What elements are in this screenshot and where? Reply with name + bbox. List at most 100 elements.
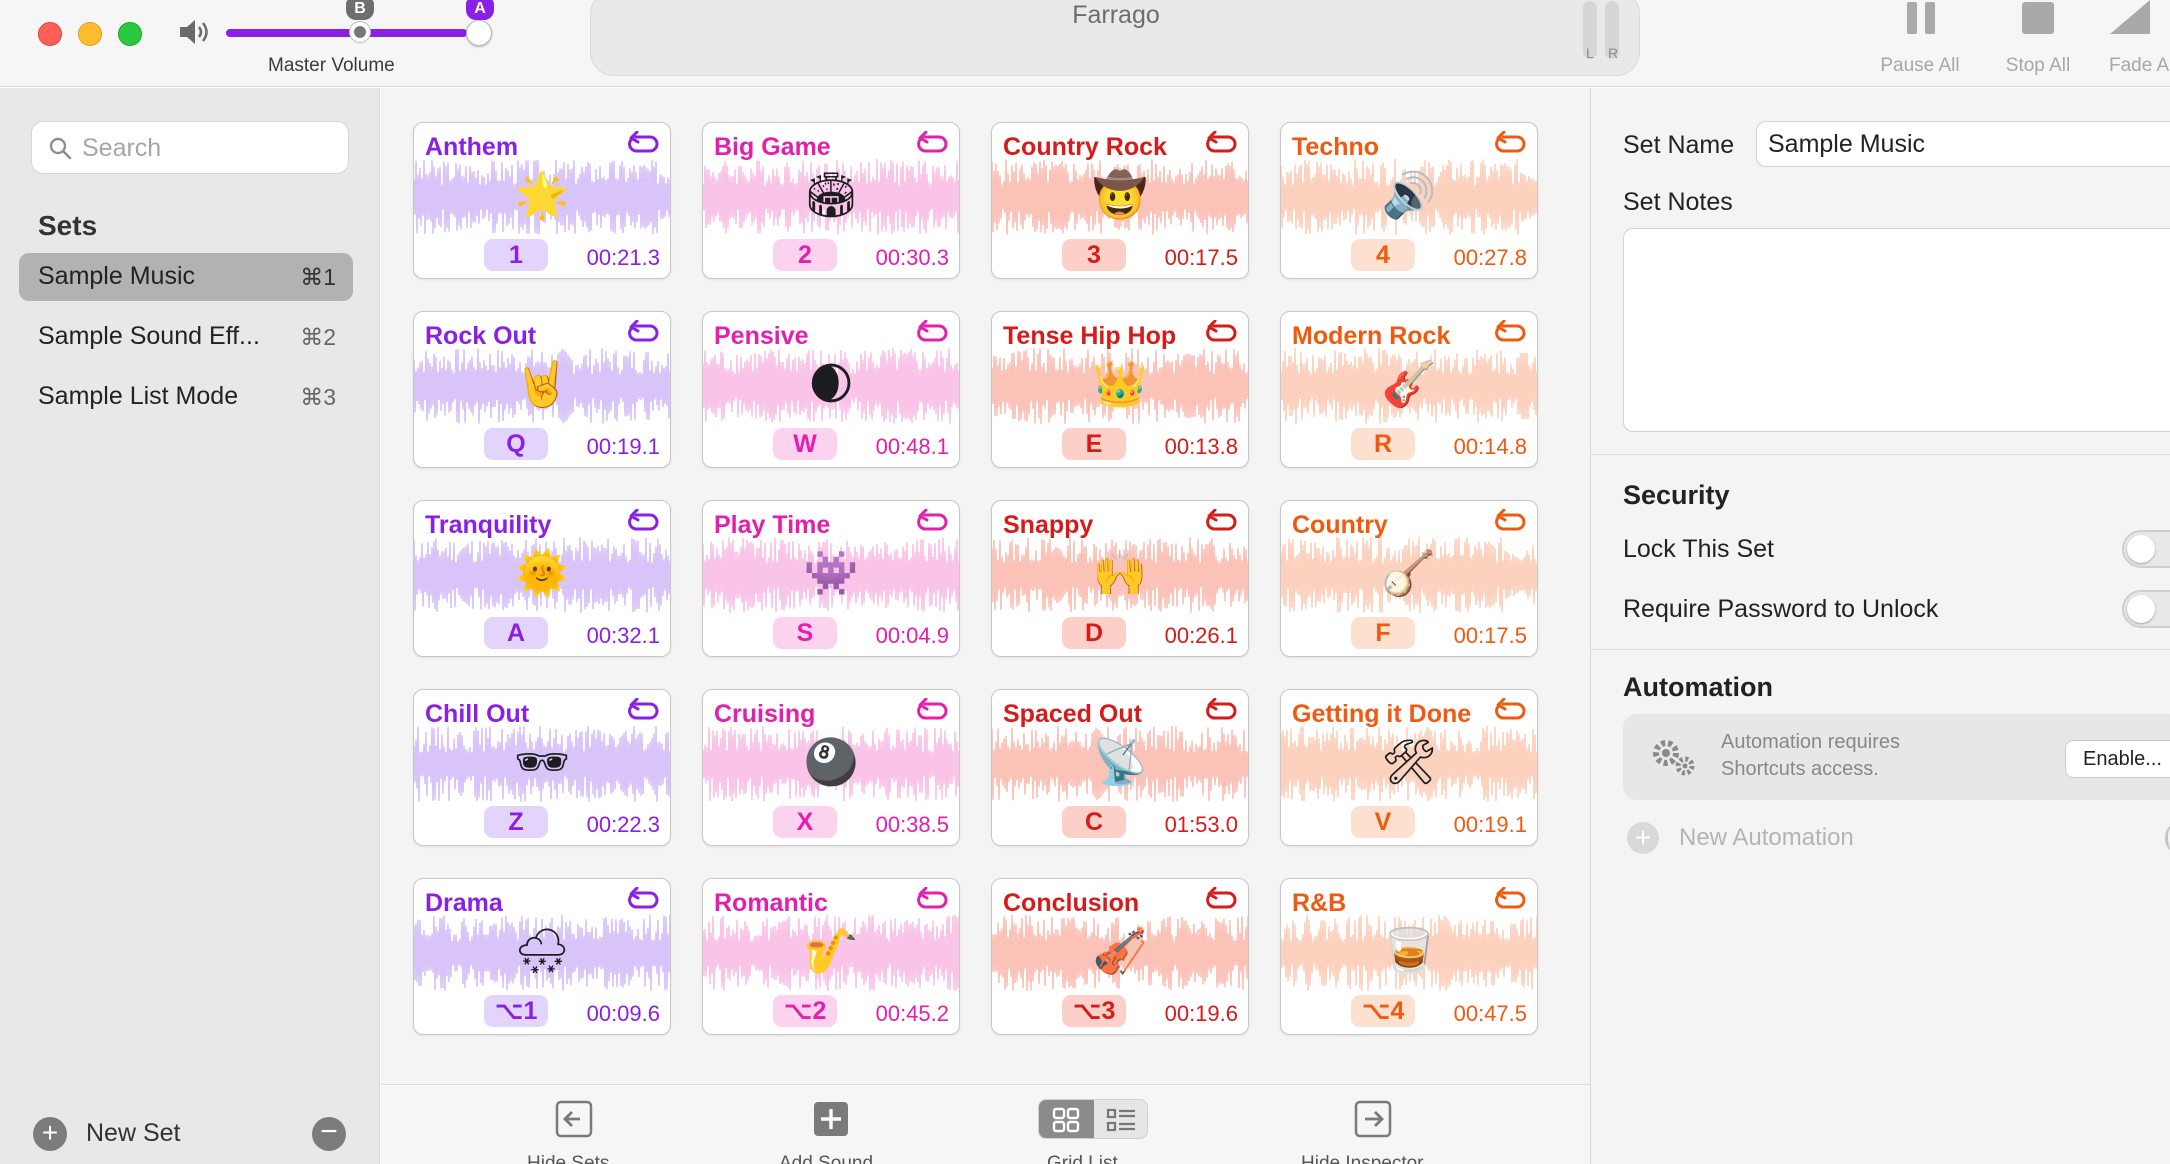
list-view-icon[interactable] [1094,1100,1148,1139]
sound-tile-anthem[interactable]: Anthem 🌟 1 00:21.3 [413,122,671,279]
inspector-divider [1591,454,2170,455]
sound-tile-big-game[interactable]: Big Game 🏟 2 00:30.3 [702,122,960,279]
sound-tile-getting-it-done[interactable]: Getting it Done 🛠 V 00:19.1 [1280,689,1538,846]
lock-set-label: Lock This Set [1623,535,1775,563]
automation-notice: Automation requires Shortcuts access. En… [1623,714,2170,800]
sound-name: Play Time [714,511,831,539]
stop-all-button[interactable]: Stop All [1990,0,2086,86]
sound-duration: 00:38.5 [875,812,949,837]
sound-emoji-icon: 🙌 [1092,548,1148,599]
meter-left-label: L [1586,45,1594,61]
pause-icon [1907,2,1937,34]
search-input[interactable] [82,130,332,166]
sound-tile-drama[interactable]: Drama 🌨 ⌥1 00:09.6 [413,878,671,1035]
sound-tile-country[interactable]: Country 🪕 F 00:17.5 [1280,500,1538,657]
new-set-button[interactable]: New Set [86,1119,180,1148]
sound-tile-rock-out[interactable]: Rock Out 🤘 Q 00:19.1 [413,311,671,468]
search-field[interactable] [31,121,349,174]
sound-emoji-icon: 👑 [1092,359,1148,410]
hide-sets-icon[interactable] [554,1099,594,1139]
sidebar-item-sample-sound-effects[interactable]: Sample Sound Eff... ⌘2 [19,313,353,361]
loop-icon[interactable] [1493,887,1527,913]
loop-icon[interactable] [626,698,660,724]
zoom-window-button[interactable] [118,22,142,46]
sound-tile-tense-hip-hop[interactable]: Tense Hip Hop 👑 E 00:13.8 [991,311,1249,468]
hotkey-badge: F [1351,617,1415,649]
sound-tile-romantic[interactable]: Romantic 🎷 ⌥2 00:45.2 [702,878,960,1035]
loop-icon[interactable] [1493,509,1527,535]
loop-icon[interactable] [626,131,660,157]
add-sound-icon[interactable] [811,1099,851,1139]
sound-tile-play-time[interactable]: Play Time 👾 S 00:04.9 [702,500,960,657]
gears-icon [1653,740,1695,776]
close-window-button[interactable] [38,22,62,46]
hotkey-badge: Z [484,806,548,838]
sound-duration: 00:21.3 [586,245,660,270]
sound-duration: 00:22.3 [586,812,660,837]
grid-list-toggle[interactable] [1038,1099,1148,1139]
loop-icon[interactable] [1493,320,1527,346]
sound-emoji-icon: 🔊 [1381,170,1437,221]
loop-icon[interactable] [1204,698,1238,724]
sound-tile-conclusion[interactable]: Conclusion 🎻 ⌥3 00:19.6 [991,878,1249,1035]
new-automation-plus-icon[interactable]: + [1627,822,1659,854]
loop-icon[interactable] [1493,131,1527,157]
master-volume-knob[interactable] [466,20,492,46]
sound-name: Anthem [425,133,519,161]
loop-icon[interactable] [626,509,660,535]
sound-tile-randb[interactable]: R&B 🥃 ⌥4 00:47.5 [1280,878,1538,1035]
loop-icon[interactable] [915,887,949,913]
loop-icon[interactable] [1204,887,1238,913]
hide-inspector-icon[interactable] [1353,1099,1393,1139]
minimize-window-button[interactable] [78,22,102,46]
volume-marker-b-knob[interactable] [350,22,370,42]
fade-all-button[interactable]: Fade A [2100,0,2170,86]
remove-set-button[interactable]: − [312,1117,346,1151]
set-shortcut: ⌘3 [300,384,336,410]
sidebar-item-sample-list-mode[interactable]: Sample List Mode ⌘3 [19,373,353,421]
sound-name: Getting it Done [1292,700,1472,728]
loop-icon[interactable] [1493,698,1527,724]
pause-all-button[interactable]: Pause All [1870,0,1970,86]
sound-tile-techno[interactable]: Techno 🔊 4 00:27.8 [1280,122,1538,279]
meter-right-label: R [1608,45,1619,61]
security-heading: Security [1623,480,1730,510]
lock-set-toggle[interactable] [2122,530,2170,568]
loop-icon[interactable] [915,131,949,157]
loop-icon[interactable] [626,320,660,346]
sound-name: Country [1292,511,1388,539]
require-password-toggle[interactable] [2122,590,2170,628]
sound-tile-snappy[interactable]: Snappy 🙌 D 00:26.1 [991,500,1249,657]
sound-emoji-icon: 📡 [1092,737,1148,788]
sound-tile-country-rock[interactable]: Country Rock 🤠 3 00:17.5 [991,122,1249,279]
loop-icon[interactable] [915,509,949,535]
new-set-plus-icon[interactable]: + [33,1117,67,1151]
loop-icon[interactable] [626,887,660,913]
sidebar-item-sample-music[interactable]: Sample Music ⌘1 [19,253,353,301]
sound-tile-pensive[interactable]: Pensive 🌒 W 00:48.1 [702,311,960,468]
sound-name: Tranquility [425,511,552,539]
sound-name: Cruising [714,700,816,728]
sound-tile-modern-rock[interactable]: Modern Rock 🎸 R 00:14.8 [1280,311,1538,468]
grid-view-icon[interactable] [1039,1100,1094,1139]
automation-notice-text: Automation requires Shortcuts access. [1721,731,1900,780]
sound-tile-chill-out[interactable]: Chill Out 🕶 Z 00:22.3 [413,689,671,846]
loop-icon[interactable] [915,320,949,346]
speaker-icon[interactable] [178,17,214,47]
enable-shortcuts-button[interactable]: Enable... [2065,740,2170,778]
sound-tile-spaced-out[interactable]: Spaced Out 📡 C 01:53.0 [991,689,1249,846]
set-notes-field[interactable] [1623,228,2170,432]
new-automation-button[interactable]: New Automation [1679,824,1854,852]
sound-duration: 00:14.8 [1453,434,1527,459]
sound-duration: 00:09.6 [586,1001,660,1026]
sound-tile-tranquility[interactable]: Tranquility 🌞 A 00:32.1 [413,500,671,657]
loop-icon[interactable] [915,698,949,724]
loop-icon[interactable] [1204,320,1238,346]
sound-tile-cruising[interactable]: Cruising 🎱 X 00:38.5 [702,689,960,846]
hotkey-badge: R [1351,428,1415,460]
loop-icon[interactable] [1204,509,1238,535]
volume-marker-b-label: B [346,0,374,20]
loop-icon[interactable] [1204,131,1238,157]
set-name-field[interactable] [1756,121,2170,167]
set-notes-label: Set Notes [1623,188,1733,216]
